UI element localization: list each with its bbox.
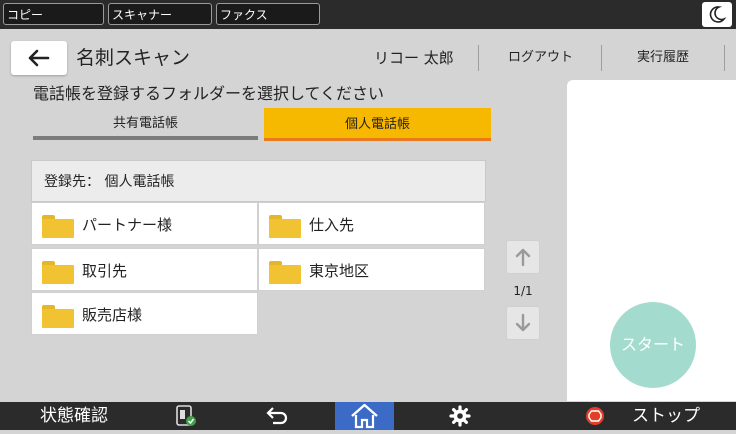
start-button[interactable]: スタート [610, 302, 696, 388]
scroll-down-button[interactable] [506, 306, 540, 340]
header: 名刺スキャン リコー 太郎 ログアウト 実行履歴 [0, 29, 736, 81]
return-icon [266, 407, 288, 425]
tab-shared-phonebook[interactable]: 共有電話帳 [33, 110, 258, 140]
arrow-up-icon [515, 248, 531, 267]
folder-icon [42, 305, 74, 328]
folder-label: 販売店様 [82, 306, 143, 324]
folder-item[interactable]: 仕入先 [258, 202, 485, 245]
top-bar: コピー スキャナー ファクス [0, 0, 736, 29]
back-arrow-icon [28, 49, 50, 67]
settings-button[interactable] [446, 402, 474, 430]
scroll-up-button[interactable] [506, 240, 540, 274]
app-tab-scanner[interactable]: スキャナー [108, 3, 212, 25]
folder-label: パートナー様 [82, 216, 173, 234]
folder-label: 仕入先 [309, 216, 355, 234]
history-button[interactable]: 実行履歴 [601, 45, 725, 71]
destination-header: 登録先： 個人電話帳 [31, 160, 486, 202]
folder-label: 取引先 [82, 262, 128, 280]
user-name: リコー 太郎 [374, 49, 454, 67]
page-indicator: 1/1 [513, 284, 533, 298]
folder-item[interactable]: 取引先 [31, 248, 258, 291]
app-tab-fax[interactable]: ファクス [216, 3, 320, 25]
instruction-text: 電話帳を登録するフォルダーを選択してください [33, 84, 385, 103]
logout-button[interactable]: ログアウト [478, 45, 602, 71]
folder-item[interactable]: 販売店様 [31, 292, 258, 335]
return-button[interactable] [262, 402, 292, 430]
folder-panel: 登録先： 個人電話帳 パートナー様 仕入先 取引先 東京地区 販売店様 [31, 160, 487, 336]
folder-icon [42, 261, 74, 284]
folder-icon [269, 261, 301, 284]
moon-icon [709, 6, 727, 23]
page-title: 名刺スキャン [76, 47, 191, 69]
back-button[interactable] [11, 41, 67, 75]
folder-item[interactable]: パートナー様 [31, 202, 258, 245]
energy-saver-button[interactable] [702, 2, 732, 27]
folder-item[interactable]: 東京地区 [258, 248, 485, 291]
stop-label: ストップ [632, 406, 700, 426]
app-tab-copy[interactable]: コピー [3, 3, 104, 25]
folder-icon [42, 215, 74, 238]
tab-personal-phonebook[interactable]: 個人電話帳 [264, 108, 491, 141]
gear-icon [449, 405, 471, 427]
status-check-button[interactable]: 状態確認 [40, 402, 108, 430]
home-button[interactable] [335, 402, 394, 430]
bottom-bar: 状態確認 ストップ [0, 402, 736, 430]
device-status-icon [176, 405, 196, 426]
stop-icon [586, 407, 604, 425]
folder-label: 東京地区 [309, 262, 370, 280]
folder-icon [269, 215, 301, 238]
arrow-down-icon [515, 313, 531, 332]
device-status-button[interactable] [170, 402, 202, 430]
home-icon [351, 403, 378, 429]
